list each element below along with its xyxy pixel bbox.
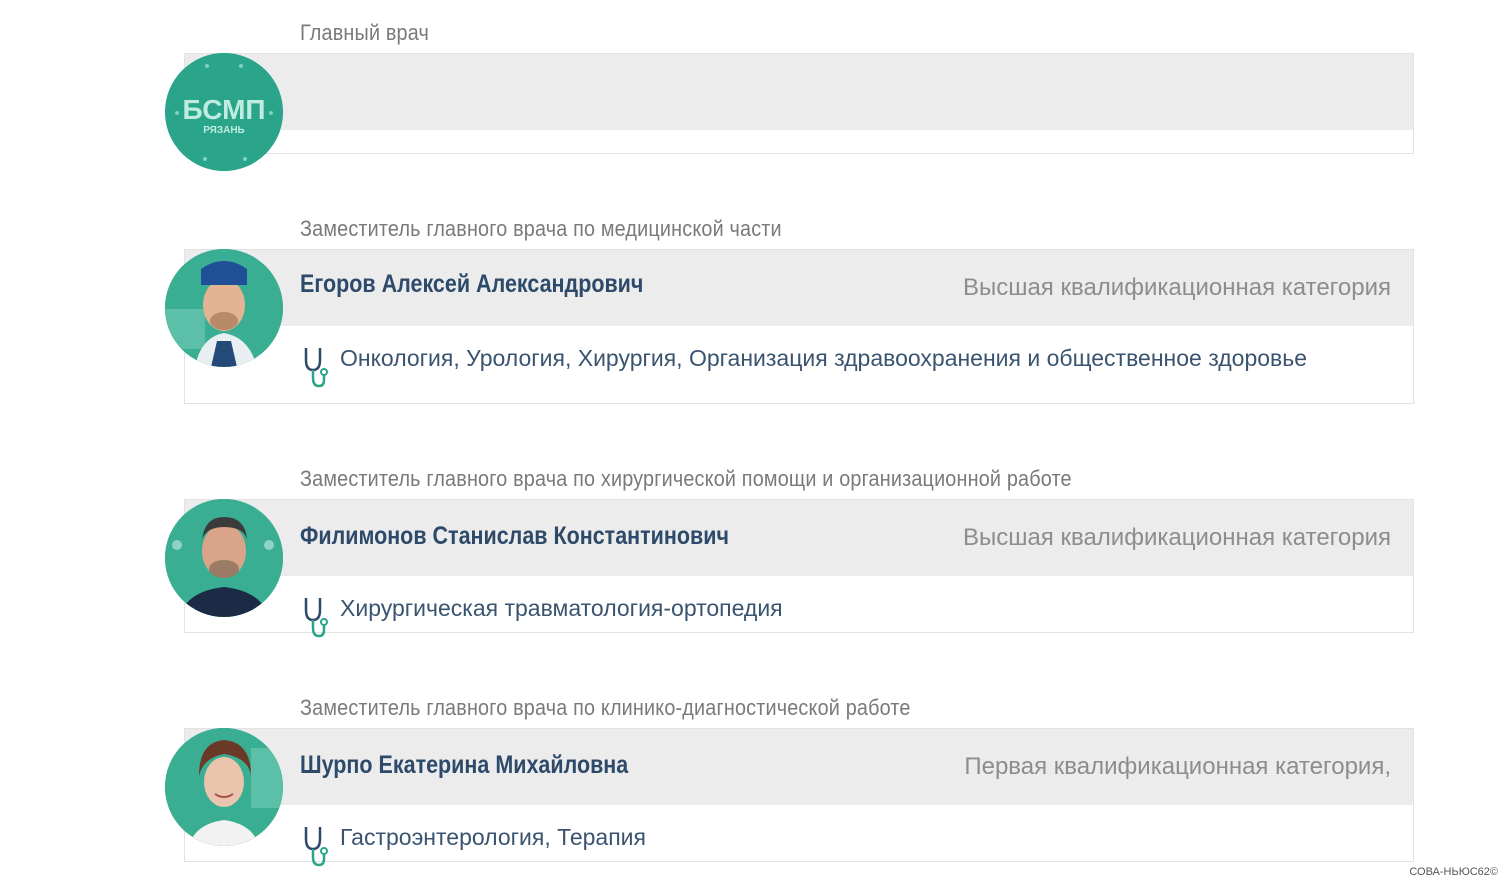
- card-header: Шурпо Екатерина Михайловна Первая квалиф…: [185, 729, 1413, 805]
- doctor-name[interactable]: Шурпо Екатерина Михайловна: [300, 751, 628, 780]
- watermark-text: СОВА-НЬЮС62©: [1409, 866, 1498, 878]
- bsmp-logo-avatar: БСМП РЯЗАНЬ: [165, 53, 283, 171]
- bsmp-logo: БСМП РЯЗАНЬ: [165, 53, 283, 171]
- stethoscope-icon: [304, 827, 328, 867]
- card-header: Егоров Алексей Александрович Высшая квал…: [185, 250, 1413, 326]
- stethoscope-icon: [304, 348, 328, 388]
- specialties-text: Хирургическая травматология-ортопедия: [340, 595, 783, 621]
- role-title: Заместитель главного врача по клинико-ди…: [300, 695, 911, 720]
- qualification-category: Высшая квалификационная категория: [962, 274, 1391, 301]
- role-title: Заместитель главного врача по медицинско…: [300, 216, 782, 241]
- doctor-photo: [165, 499, 283, 617]
- doctor-name[interactable]: Филимонов Станислав Константинович: [300, 522, 729, 551]
- qualification-category: Высшая квалификационная категория: [962, 524, 1391, 551]
- card-header: [185, 54, 1413, 130]
- doctor-card[interactable]: Егоров Алексей Александрович Высшая квал…: [184, 249, 1414, 404]
- specialty-row: Онкология, Урология, Хирургия, Организац…: [300, 344, 1373, 390]
- specialty-row: Хирургическая травматология-ортопедия: [300, 594, 1373, 640]
- doctor-card[interactable]: Шурпо Екатерина Михайловна Первая квалиф…: [184, 728, 1414, 867]
- qualification-category: Первая квалификационная категория,: [964, 753, 1391, 780]
- role-title: Главный врач: [300, 20, 430, 45]
- doctor-photo: [165, 249, 283, 367]
- specialties-text: Онкология, Урология, Хирургия, Организац…: [340, 345, 1308, 371]
- stethoscope-icon: [304, 598, 328, 638]
- doctor-name[interactable]: Егоров Алексей Александрович: [300, 270, 643, 299]
- specialties-text: Гастроэнтерология, Терапия: [340, 824, 646, 850]
- doctor-card[interactable]: [184, 53, 1414, 154]
- doctor-photo: [165, 728, 283, 846]
- role-title: Заместитель главного врача по хирургичес…: [300, 466, 1072, 491]
- specialty-row: Гастроэнтерология, Терапия: [300, 823, 1373, 869]
- card-header: Филимонов Станислав Константинович Высша…: [185, 500, 1413, 576]
- logo-sub-text: РЯЗАНЬ: [203, 125, 245, 136]
- doctor-card[interactable]: Филимонов Станислав Константинович Высша…: [184, 499, 1414, 638]
- logo-main-text: БСМП: [182, 94, 265, 125]
